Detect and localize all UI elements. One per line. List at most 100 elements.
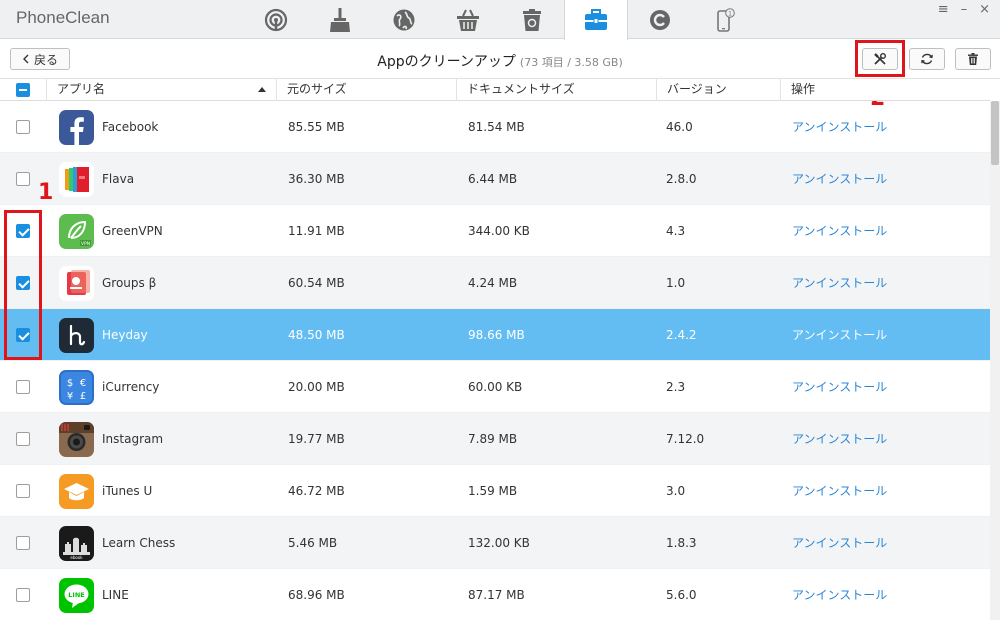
close-button[interactable]: × (979, 2, 990, 17)
trash-icon (968, 53, 978, 65)
uninstall-link[interactable]: アンインストール (792, 465, 887, 517)
original-size: 20.00 MB (288, 380, 345, 394)
annotation-box-tools (855, 40, 905, 77)
phone-icon: 1 (717, 7, 735, 32)
sort-ascending-icon (258, 87, 266, 92)
toolbox-icon (585, 9, 607, 30)
heyday-app-icon (59, 318, 94, 353)
row-checkbox[interactable] (16, 380, 30, 394)
original-size: 46.72 MB (288, 484, 345, 498)
table-row[interactable]: Facebook 85.55 MB 81.54 MB 46.0 アンインストール (0, 101, 990, 153)
app-name: Flava (102, 172, 135, 186)
version: 1.8.3 (666, 536, 697, 550)
version: 2.3 (666, 380, 686, 394)
app-name: Instagram (102, 432, 164, 446)
trash-icon (523, 8, 541, 31)
table-row[interactable]: Groups β 60.54 MB 4.24 MB 1.0 アンインストール (0, 257, 990, 309)
annotation-box-checkboxes (4, 210, 42, 360)
document-size: 1.59 MB (468, 484, 518, 498)
document-size: 344.00 KB (468, 224, 530, 238)
row-checkbox[interactable] (16, 588, 30, 602)
app-list: Facebook 85.55 MB 81.54 MB 46.0 アンインストール… (0, 101, 990, 620)
refresh-button[interactable] (909, 48, 945, 70)
table-row[interactable]: iTunes U 46.72 MB 1.59 MB 3.0 アンインストール (0, 465, 990, 517)
version: 2.4.2 (666, 328, 697, 342)
uninstall-link[interactable]: アンインストール (792, 413, 887, 465)
menu-button[interactable]: ≡ (938, 2, 949, 17)
app-name: iCurrency (102, 380, 160, 394)
table-row[interactable]: ebook Learn Chess 5.46 MB 132.00 KB 1.8.… (0, 517, 990, 569)
table-header: アプリ名 元のサイズ ドキュメントサイズ バージョン 操作 (0, 79, 990, 101)
uninstall-link[interactable]: アンインストール (792, 517, 887, 569)
table-row[interactable]: Heyday 48.50 MB 98.66 MB 2.4.2 アンインストール (0, 309, 990, 361)
window-controls: ≡ – × (938, 2, 990, 17)
app-name: Groups β (102, 276, 157, 290)
original-size: 5.46 MB (288, 536, 338, 550)
original-size: 68.96 MB (288, 588, 345, 602)
select-all-checkbox[interactable] (16, 83, 30, 97)
table-row[interactable]: Flava 36.30 MB 6.44 MB 2.8.0 アンインストール (0, 153, 990, 205)
row-checkbox[interactable] (16, 484, 30, 498)
uninstall-link[interactable]: アンインストール (792, 361, 887, 413)
row-checkbox[interactable] (16, 120, 30, 134)
column-header-version[interactable]: バージョン (656, 79, 780, 101)
facebook-app-icon (59, 110, 94, 145)
tab-device[interactable]: 1 (692, 0, 756, 39)
minimize-button[interactable]: – (961, 2, 968, 17)
tab-refresh[interactable] (628, 0, 692, 39)
column-header-original-size[interactable]: 元のサイズ (276, 79, 456, 101)
version: 46.0 (666, 120, 693, 134)
uninstall-link[interactable]: アンインストール (792, 257, 887, 309)
document-size: 7.89 MB (468, 432, 518, 446)
document-size: 6.44 MB (468, 172, 518, 186)
refresh-c-icon (650, 9, 670, 30)
version: 1.0 (666, 276, 686, 290)
table-row[interactable]: VPN GreenVPN 11.91 MB 344.00 KB 4.3 アンイン… (0, 205, 990, 257)
tab-basket[interactable] (436, 0, 500, 39)
vertical-scrollbar[interactable] (990, 101, 1000, 620)
document-size: 132.00 KB (468, 536, 530, 550)
icurrency-app-icon: $ € ¥ £ (59, 370, 94, 405)
refresh-icon (921, 53, 933, 65)
svg-text:$: $ (67, 378, 73, 389)
page-title-text: Appのクリーンアップ (377, 54, 516, 70)
uninstall-link[interactable]: アンインストール (792, 309, 887, 361)
flava-app-icon (59, 162, 94, 197)
app-name: Learn Chess (102, 536, 176, 550)
uninstall-link[interactable]: アンインストール (792, 101, 887, 153)
row-checkbox[interactable] (16, 172, 30, 186)
version: 4.3 (666, 224, 686, 238)
column-header-app-name[interactable]: アプリ名 (46, 79, 276, 101)
original-size: 11.91 MB (288, 224, 345, 238)
app-name: Facebook (102, 120, 159, 134)
learn-chess-app-icon: ebook (59, 526, 94, 561)
version: 7.12.0 (666, 432, 705, 446)
row-checkbox[interactable] (16, 432, 30, 446)
tab-toolbox[interactable] (564, 0, 628, 40)
uninstall-link[interactable]: アンインストール (792, 153, 887, 205)
uninstall-link[interactable]: アンインストール (792, 205, 887, 257)
instagram-app-icon (59, 422, 94, 457)
tab-trash[interactable] (500, 0, 564, 39)
uninstall-link[interactable]: アンインストール (792, 569, 887, 620)
table-row[interactable]: Instagram 19.77 MB 7.89 MB 7.12.0 アンインスト… (0, 413, 990, 465)
table-row[interactable]: $ € ¥ £ iCurrency 20.00 MB 60.00 KB 2.3 アンイ… (0, 361, 990, 413)
app-name: LINE (102, 588, 129, 602)
row-checkbox[interactable] (16, 536, 30, 550)
scroll-thumb[interactable] (991, 101, 999, 165)
tab-podcast[interactable] (244, 0, 308, 39)
tab-cleaner[interactable] (308, 0, 372, 39)
nav-tabs: 1 (244, 0, 756, 40)
tab-internet[interactable] (372, 0, 436, 39)
document-size: 87.17 MB (468, 588, 525, 602)
original-size: 60.54 MB (288, 276, 345, 290)
app-name: iTunes U (102, 484, 153, 498)
version: 5.6.0 (666, 588, 697, 602)
version: 3.0 (666, 484, 686, 498)
table-row[interactable]: LINE LINE 68.96 MB 87.17 MB 5.6.0 アンインスト… (0, 569, 990, 620)
document-size: 4.24 MB (468, 276, 518, 290)
original-size: 19.77 MB (288, 432, 345, 446)
delete-button[interactable] (955, 48, 991, 70)
column-header-document-size[interactable]: ドキュメントサイズ (456, 79, 656, 101)
item-count: (73 項目 / 3.58 GB) (519, 56, 623, 69)
